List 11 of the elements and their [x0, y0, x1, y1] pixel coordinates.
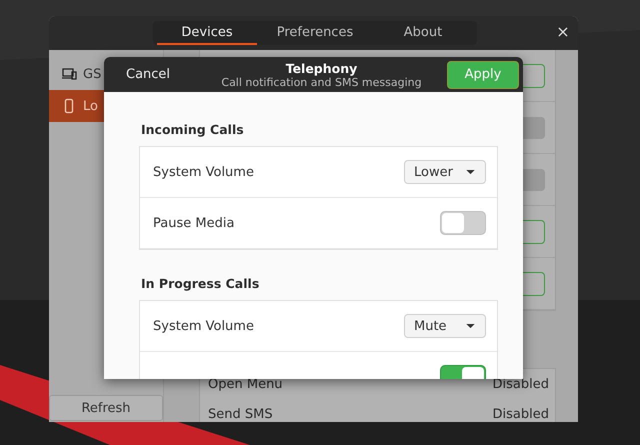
- shortcut-value: Disabled: [492, 376, 549, 392]
- shortcut-label: Send SMS: [208, 406, 273, 422]
- shortcut-value: Disabled: [492, 406, 549, 422]
- section-heading: Incoming Calls: [141, 122, 245, 137]
- row-label: System Volume: [153, 318, 254, 334]
- section-heading: In Progress Calls: [141, 276, 260, 291]
- dialog-title: Telephony: [286, 60, 358, 76]
- row-label: Pause Media: [153, 216, 234, 230]
- row-label: System Volume: [153, 164, 254, 180]
- shortcut-label: Open Menu: [208, 376, 283, 392]
- dialog-subtitle: Call notification and SMS messaging: [221, 76, 422, 88]
